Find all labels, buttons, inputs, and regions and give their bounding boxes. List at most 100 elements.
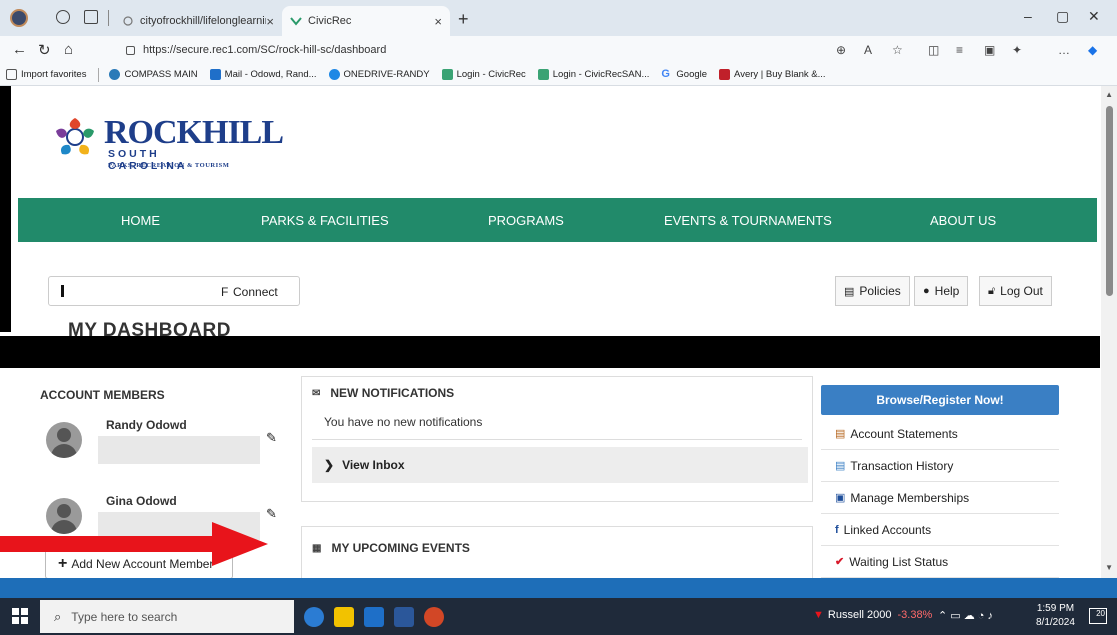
civicrec-icon	[441, 69, 453, 80]
id-card-icon: ▣	[835, 492, 846, 504]
logo-title: ROCKHILL	[104, 114, 284, 151]
fav-compass[interactable]: COMPASS MAIN	[109, 69, 198, 80]
favorite-star-icon[interactable]: ☆	[892, 43, 903, 57]
logo-tagline: PARKS, RECREATION & TOURISM	[108, 162, 230, 169]
file-explorer-icon[interactable]	[334, 607, 354, 627]
checkmark-icon: ✔	[835, 556, 845, 568]
read-aloud-icon[interactable]: A	[864, 43, 872, 57]
logout-button[interactable]: 🔓︎ Log Out	[979, 276, 1052, 306]
google-icon: G	[661, 68, 670, 80]
profile-avatar-icon[interactable]	[10, 9, 28, 27]
scroll-up-icon[interactable]: ▲	[1105, 90, 1113, 99]
collections-icon[interactable]: ▣	[984, 43, 995, 57]
word-taskbar-icon[interactable]	[394, 607, 414, 627]
scroll-thumb[interactable]	[1106, 106, 1113, 296]
back-icon[interactable]: ←	[12, 41, 27, 58]
scroll-down-icon[interactable]: ▼	[1105, 563, 1113, 572]
divider	[312, 439, 802, 440]
member-row: Randy Odowd ✎	[40, 414, 290, 466]
refresh-icon[interactable]: ↻	[38, 41, 51, 59]
policies-icon: ▤	[844, 285, 855, 298]
edit-pencil-icon[interactable]: ✎	[266, 430, 277, 446]
manage-memberships-link[interactable]: ▣ Manage Memberships	[821, 482, 1059, 514]
onedrive-icon	[328, 69, 340, 80]
home-icon[interactable]: ⌂	[64, 41, 73, 58]
tab-lifelong-learning[interactable]: cityofrockhill/lifelonglearning - S ×	[114, 6, 282, 36]
maximize-icon[interactable]: ▢	[1056, 8, 1069, 25]
copilot-icon[interactable]: ◆	[1088, 43, 1097, 57]
stock-ticker-widget[interactable]: ▼ Russell 2000 -3.38%	[813, 609, 932, 621]
black-band	[0, 336, 1100, 368]
tab-title: cityofrockhill/lifelonglearning - S	[140, 15, 267, 27]
rock-hill-logo[interactable]: ROCKHILL SOUTH CAROLINA PARKS, RECREATIO…	[52, 110, 284, 180]
policies-button[interactable]: ▤ Policies	[835, 276, 910, 306]
new-tab-button[interactable]: +	[458, 9, 469, 30]
account-statements-link[interactable]: ▤ Account Statements	[821, 418, 1059, 450]
zoom-icon[interactable]: ⊕	[836, 43, 846, 57]
connect-label: Connect	[233, 285, 278, 299]
transaction-history-link[interactable]: ▤ Transaction History	[821, 450, 1059, 482]
help-button[interactable]: ● Help	[914, 276, 969, 306]
fav-login-civicrecsan[interactable]: Login - CivicRecSAN...	[537, 69, 649, 80]
mail-taskbar-icon[interactable]	[364, 607, 384, 627]
favorites-list-icon[interactable]: ≡	[956, 43, 963, 57]
fav-google[interactable]: G Google	[661, 68, 707, 81]
url-field[interactable]: https://secure.rec1.com/SC/rock-hill-sc/…	[110, 39, 870, 61]
taskbar-search-input[interactable]: ⌕ Type here to search	[40, 600, 294, 633]
lock-icon	[126, 45, 135, 55]
notifications-panel: ✉ NEW NOTIFICATIONS You have no new notif…	[301, 376, 813, 502]
browse-register-button[interactable]: Browse/Register Now!	[821, 385, 1059, 415]
fav-import[interactable]: Import favorites	[6, 69, 86, 80]
nav-parks-facilities[interactable]: PARKS & FACILITIES	[261, 213, 389, 228]
avatar	[46, 422, 82, 458]
notification-center-icon[interactable]: 20	[1089, 608, 1107, 624]
edit-pencil-icon[interactable]: ✎	[266, 506, 277, 522]
split-screen-icon[interactable]: ◫	[928, 43, 939, 57]
chevron-right-icon: ❯	[324, 458, 335, 472]
fav-separator	[98, 67, 100, 82]
tab-separator	[108, 10, 109, 26]
red-arrow-annotation	[0, 522, 268, 566]
extensions-icon[interactable]: ✦	[1012, 43, 1022, 57]
minimize-icon[interactable]: –	[1024, 8, 1032, 24]
taskbar-clock[interactable]: 1:59 PM 8/1/2024	[1036, 602, 1075, 630]
history-icon: ▤	[835, 460, 846, 472]
nav-events-tournaments[interactable]: EVENTS & TOURNAMENTS	[664, 213, 832, 228]
fav-avery[interactable]: Avery | Buy Blank &...	[719, 69, 826, 80]
tab-civicrec[interactable]: CivicRec ×	[282, 6, 450, 36]
facebook-icon: f	[835, 523, 839, 536]
nav-programs[interactable]: PROGRAMS	[488, 213, 564, 228]
url-text: https://secure.rec1.com/SC/rock-hill-sc/…	[143, 44, 387, 56]
nav-about-us[interactable]: ABOUT US	[930, 213, 996, 228]
fav-onedrive[interactable]: ONEDRIVE-RANDY	[328, 69, 430, 80]
tab-actions-icon[interactable]	[84, 10, 98, 24]
workspaces-icon[interactable]	[56, 10, 70, 24]
favorites-bar: Import favorites COMPASS MAIN Mail - Odo…	[0, 64, 1117, 86]
redacted-info	[98, 436, 260, 464]
edge-taskbar-icon[interactable]	[304, 607, 324, 627]
fav-mail[interactable]: Mail - Odowd, Rand...	[209, 69, 317, 80]
linked-accounts-link[interactable]: f Linked Accounts	[821, 514, 1059, 546]
fav-login-civicrec[interactable]: Login - CivicRec	[441, 69, 526, 80]
import-icon	[6, 69, 17, 80]
notifications-heading: NEW NOTIFICATIONS	[330, 386, 455, 400]
envelope-icon: ✉	[312, 387, 321, 399]
outlook-icon	[209, 69, 221, 80]
main-nav: HOME PARKS & FACILITIES PROGRAMS EVENTS …	[18, 198, 1097, 242]
member-name: Randy Odowd	[106, 418, 187, 432]
more-menu-icon[interactable]: …	[1058, 43, 1070, 57]
tab-close-icon[interactable]: ×	[434, 14, 442, 29]
system-tray-icons[interactable]: ⌃ ▭ ☁ ◔ ♪	[938, 609, 993, 622]
tab-close-icon[interactable]: ×	[266, 14, 274, 29]
windows-taskbar: ⌕ Type here to search ▼ Russell 2000 -3.…	[0, 598, 1117, 635]
waiting-list-status-link[interactable]: ✔ Waiting List Status	[821, 546, 1059, 578]
close-window-icon[interactable]: ✕	[1088, 8, 1100, 25]
nav-home[interactable]: HOME	[121, 213, 160, 228]
tab-title: CivicRec	[308, 15, 352, 27]
view-inbox-button[interactable]: ❯ View Inbox	[312, 447, 808, 483]
redaction-mark	[61, 285, 64, 297]
powerpoint-taskbar-icon[interactable]	[424, 607, 444, 627]
facebook-connect-button[interactable]: F Connect	[48, 276, 300, 306]
calendar-icon: ▦	[312, 542, 322, 554]
windows-start-icon[interactable]	[12, 608, 28, 624]
